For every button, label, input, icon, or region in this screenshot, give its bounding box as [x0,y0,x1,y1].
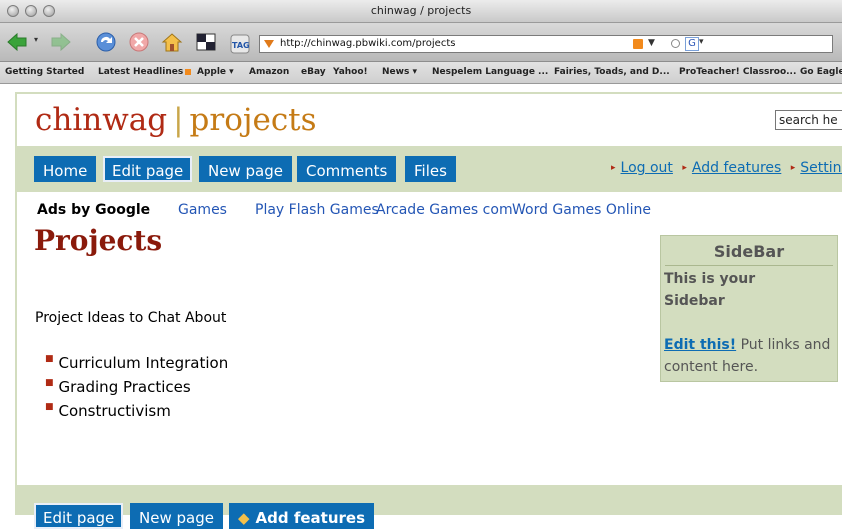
bullet-icon: ▸ [790,163,796,173]
bookmark-item[interactable]: Go Eagle [800,67,842,77]
list-item-text: Curriculum Integration [58,354,229,372]
site-favicon-icon [264,40,274,48]
site-name: chinwag [35,102,168,138]
logout-link[interactable]: Log out [621,160,673,176]
sidebar-text: This is your Sidebar [664,271,756,309]
go-button-icon[interactable] [671,39,680,48]
ad-link[interactable]: Word Games Online [512,202,651,218]
edit-sidebar-link[interactable]: Edit this! [664,337,736,353]
address-url[interactable]: http://chinwag.pbwiki.com/projects [280,38,455,49]
settings-link[interactable]: Setting [800,160,842,176]
window-title: chinwag / projects [370,4,472,17]
sidebar-divider [665,265,833,266]
page-title: Projects [34,224,163,257]
search-placeholder: search he [779,113,838,127]
new-page-button[interactable]: New page [199,156,292,182]
search-engine-dropdown-icon[interactable]: ▾ [699,37,704,47]
bookmark-item[interactable]: eBay [301,67,326,77]
bottom-new-page-button[interactable]: New page [130,503,223,529]
bullet-icon: ■ [45,354,54,364]
section-name: projects [189,102,317,138]
edit-page-button[interactable]: Edit page [103,156,193,182]
address-dropdown-icon[interactable]: ▼ [648,38,655,48]
ad-link[interactable]: Arcade Games com [376,202,513,218]
home-button[interactable]: Home [34,156,97,182]
reload-icon[interactable] [94,31,118,53]
search-input[interactable]: search he [775,110,842,130]
list-item-text: Constructivism [58,402,171,420]
bookmark-item[interactable]: ProTeacher! Classroo... [679,67,796,77]
puzzle-icon: ◆ [238,509,250,527]
stop-icon[interactable] [127,31,151,53]
bookmark-folder[interactable]: News ▾ [382,67,417,77]
bottom-add-features-label: Add features [255,509,366,527]
comments-button[interactable]: Comments [297,156,397,182]
address-bar[interactable]: http://chinwag.pbwiki.com/projects ▼ G ▾ [259,35,833,53]
ads-label: Ads by Google [37,202,151,218]
bullet-icon: ■ [45,378,54,388]
bullet-icon: ▸ [682,163,687,173]
sidebar-panel: SideBar This is your Sidebar Edit this! … [660,235,838,382]
bookmark-label: Latest Headlines [98,67,184,77]
live-bookmark-icon [185,68,192,75]
add-features-link[interactable]: Add features [692,160,781,176]
list-item: ■ Constructivism [45,402,171,420]
intro-text: Project Ideas to Chat About [35,310,227,326]
site-title[interactable]: chinwag | projects [35,102,317,138]
tag-button[interactable]: TAG [229,33,251,55]
bookmark-item[interactable]: Getting Started [5,67,84,77]
ad-link[interactable]: Play Flash Games [255,202,379,218]
bottom-edit-page-button[interactable]: Edit page [34,503,124,529]
bookmark-folder[interactable]: Apple ▾ [197,67,234,77]
bottom-add-features-button[interactable]: ◆ Add features [229,503,375,529]
back-history-dropdown-icon[interactable]: ▾ [34,35,38,44]
tag-label: TAG [232,41,250,50]
rss-feed-icon[interactable] [633,39,643,49]
list-item-text: Grading Practices [58,378,191,396]
files-button[interactable]: Files [405,156,456,182]
home-icon[interactable] [160,31,184,53]
list-item: ■ Curriculum Integration [45,354,228,372]
bookmark-item[interactable]: Fairies, Toads, and D... [554,67,670,77]
forward-arrow-icon[interactable] [50,31,72,53]
navigation-toolbar: ▾ TAG http://chinwag.pbwiki.com/projects… [0,23,842,62]
title-separator: | [173,102,184,138]
back-arrow-icon[interactable] [6,31,28,53]
sidebar-edit-note: Edit this! Put links and content here. [664,334,834,378]
window-titlebar: chinwag / projects [0,0,842,23]
bookmark-item[interactable]: Yahoo! [333,67,368,77]
window-layout-icon[interactable] [195,31,217,53]
account-links: ▸ Log out ▸ Add features ▸ Setting [606,160,842,176]
bookmarks-bar: Getting Started Latest Headlines Apple ▾… [0,62,842,84]
bookmark-item[interactable]: Amazon [249,67,289,77]
list-item: ■ Grading Practices [45,378,191,396]
ad-link[interactable]: Games [178,202,227,218]
bookmark-item[interactable]: Nespelem Language ... [432,67,548,77]
bullet-icon: ▸ [611,163,616,173]
bookmark-item[interactable]: Latest Headlines [98,67,192,77]
bullet-icon: ■ [45,402,54,412]
sidebar-title: SideBar [713,242,785,261]
google-search-icon[interactable]: G [685,37,699,51]
